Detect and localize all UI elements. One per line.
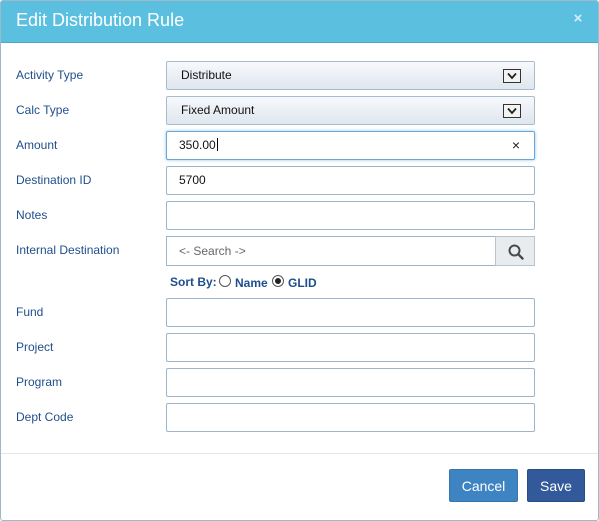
program-label: Program (16, 375, 63, 389)
dialog-header: Edit Distribution Rule × (1, 1, 598, 43)
clear-icon[interactable]: × (512, 132, 520, 159)
cancel-button[interactable]: Cancel (449, 469, 518, 502)
amount-input[interactable]: 350.00 × (166, 131, 535, 160)
sort-by-name-radio[interactable] (219, 275, 231, 287)
footer-divider (1, 453, 598, 454)
text-caret (216, 138, 218, 151)
dept-code-label: Dept Code (16, 410, 74, 424)
calc-type-value: Fixed Amount (181, 103, 255, 117)
sort-by-name-label[interactable]: Name (235, 276, 268, 290)
dept-code-input[interactable] (166, 403, 535, 432)
project-label: Project (16, 340, 54, 354)
search-button[interactable] (495, 236, 535, 266)
program-input[interactable] (166, 368, 535, 397)
destination-id-value: 5700 (179, 173, 206, 187)
notes-label: Notes (16, 208, 48, 222)
destination-id-input[interactable]: 5700 (166, 166, 535, 195)
chevron-down-icon[interactable] (503, 69, 521, 83)
dialog-title: Edit Distribution Rule (16, 10, 185, 30)
internal-destination-search-input[interactable]: <- Search -> (166, 236, 496, 266)
sort-by-glid-radio[interactable] (272, 275, 284, 287)
close-icon[interactable]: × (570, 10, 586, 28)
calc-type-select[interactable]: Fixed Amount (166, 96, 535, 125)
chevron-down-icon[interactable] (503, 104, 521, 118)
radio-selected-dot (275, 278, 281, 284)
search-icon (508, 244, 524, 260)
activity-type-label: Activity Type (16, 68, 84, 82)
amount-value: 350.00 (179, 138, 216, 152)
activity-type-select[interactable]: Distribute (166, 61, 535, 90)
save-button[interactable]: Save (527, 469, 585, 502)
sort-by-label: Sort By: (170, 275, 217, 289)
notes-input[interactable] (166, 201, 535, 230)
sort-by-glid-label[interactable]: GLID (288, 276, 317, 290)
destination-id-label: Destination ID (16, 173, 92, 187)
calc-type-label: Calc Type (16, 103, 70, 117)
fund-input[interactable] (166, 298, 535, 327)
fund-label: Fund (16, 305, 44, 319)
activity-type-value: Distribute (181, 68, 232, 82)
edit-distribution-rule-dialog: Edit Distribution Rule × Activity Type D… (0, 0, 599, 521)
amount-label: Amount (16, 138, 58, 152)
internal-destination-label: Internal Destination (16, 243, 120, 257)
project-input[interactable] (166, 333, 535, 362)
